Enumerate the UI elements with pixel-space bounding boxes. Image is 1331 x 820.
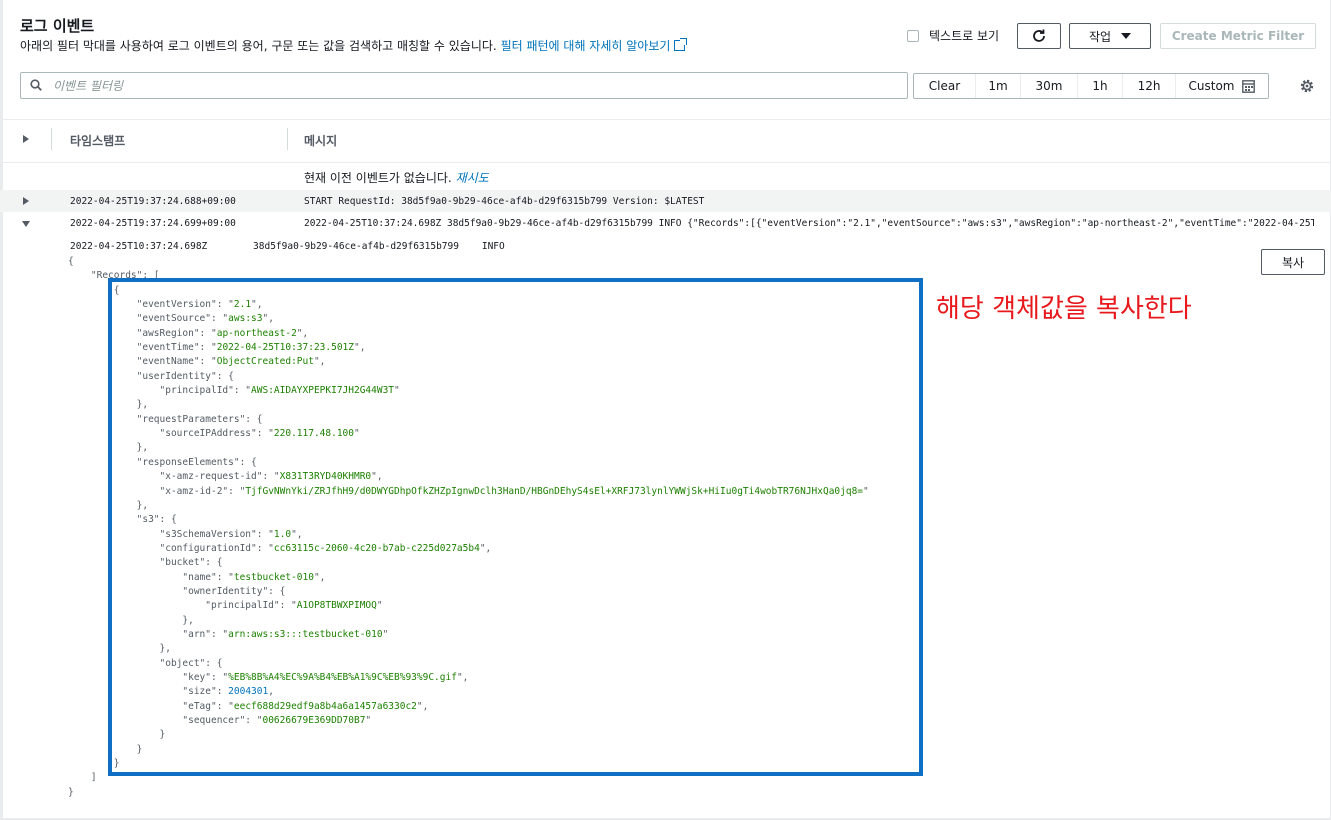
calendar-icon <box>1242 79 1256 93</box>
range-30m-button[interactable]: 30m <box>1021 74 1078 98</box>
expand-all-toggle-icon[interactable] <box>23 135 29 143</box>
gear-icon[interactable] <box>1299 78 1315 94</box>
retry-link[interactable]: 재시도 <box>456 171 489 185</box>
divider <box>0 162 1331 163</box>
row-timestamp: 2022-04-25T19:37:24.688+09:00 <box>70 196 236 207</box>
no-previous-events: 현재 이전 이벤트가 없습니다. 재시도 <box>304 169 489 186</box>
column-header-message[interactable]: 메시지 <box>304 132 337 149</box>
external-link-icon <box>674 38 688 51</box>
divider <box>0 119 1331 120</box>
row-timestamp: 2022-04-25T19:37:24.699+09:00 <box>70 218 236 229</box>
collapse-row-icon[interactable] <box>22 221 30 227</box>
description-text: 아래의 필터 막대를 사용하여 로그 이벤트의 용어, 구문 또는 값을 검색하… <box>20 39 497 53</box>
table-row[interactable]: 2022-04-25T19:37:24.688+09:00 START Requ… <box>0 190 1331 212</box>
clear-range-button[interactable]: Clear <box>914 74 976 98</box>
page-description: 아래의 필터 막대를 사용하여 로그 이벤트의 용어, 구문 또는 값을 검색하… <box>20 37 688 54</box>
actions-label: 작업 <box>1088 29 1112 44</box>
learn-more-label[interactable]: 필터 패턴에 대해 자세히 알아보기 <box>501 39 671 53</box>
refresh-icon <box>1033 29 1045 42</box>
page-title: 로그 이벤트 <box>20 17 95 35</box>
create-metric-filter-button[interactable]: Create Metric Filter <box>1160 23 1316 49</box>
view-as-text-checkbox[interactable] <box>907 30 919 42</box>
row-message: START RequestId: 38d5f9a0-9b29-46ce-af4b… <box>304 196 705 207</box>
custom-range-button[interactable]: Custom <box>1176 74 1268 98</box>
detail-level: INFO <box>481 241 505 252</box>
detail-request-id: 38d5f9a0-9b29-46ce-af4b-d29f6315b799 <box>253 241 459 252</box>
expanded-event-header: 2022-04-25T10:37:24.698Z 38d5f9a0-9b29-4… <box>70 241 505 252</box>
filter-search-box[interactable] <box>20 72 908 99</box>
learn-more-link[interactable]: 필터 패턴에 대해 자세히 알아보기 <box>501 38 688 53</box>
column-divider <box>51 128 52 150</box>
row-message: 2022-04-25T10:37:24.698Z 38d5f9a0-9b29-4… <box>304 218 1314 229</box>
search-icon <box>30 79 42 91</box>
range-1m-button[interactable]: 1m <box>976 74 1021 98</box>
filter-events-input[interactable] <box>53 76 893 96</box>
column-header-timestamp[interactable]: 타임스탬프 <box>70 132 125 149</box>
expand-row-icon[interactable] <box>23 197 29 205</box>
actions-dropdown-button[interactable]: 작업 <box>1069 23 1151 49</box>
caret-down-icon <box>1121 33 1132 39</box>
annotation-highlight-box <box>108 278 923 776</box>
custom-range-label: Custom <box>1188 79 1235 93</box>
detail-timestamp: 2022-04-25T10:37:24.698Z <box>70 241 208 252</box>
no-previous-text: 현재 이전 이벤트가 없습니다. <box>304 171 452 185</box>
table-row[interactable]: 2022-04-25T19:37:24.699+09:00 2022-04-25… <box>0 212 1331 234</box>
range-1h-button[interactable]: 1h <box>1078 74 1123 98</box>
annotation-text: 해당 객체값을 복사한다 <box>936 294 1192 324</box>
time-range-selector: Clear 1m 30m 1h 12h Custom <box>913 73 1269 99</box>
view-as-text-label[interactable]: 텍스트로 보기 <box>929 27 999 44</box>
range-12h-button[interactable]: 12h <box>1123 74 1176 98</box>
left-border <box>0 0 3 820</box>
refresh-button[interactable] <box>1017 23 1061 49</box>
copy-button[interactable]: 복사 <box>1261 249 1325 275</box>
column-divider <box>287 128 288 150</box>
